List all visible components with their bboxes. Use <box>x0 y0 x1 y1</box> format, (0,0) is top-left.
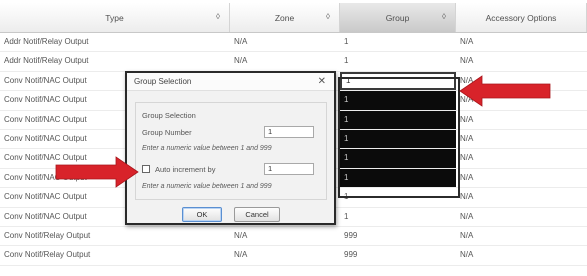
group-number-hint: Enter a numeric value between 1 and 999 <box>142 145 272 152</box>
dialog-title-bar: Group Selection <box>127 73 334 91</box>
column-label-zone: Zone <box>274 12 295 23</box>
group-number-field[interactable]: 1 <box>264 126 314 138</box>
column-header-type[interactable]: Type ◊ <box>0 3 230 32</box>
accessory-options-cell[interactable]: N/A <box>456 149 587 167</box>
accessory-options-cell[interactable]: N/A <box>456 130 587 148</box>
cancel-button[interactable]: Cancel <box>234 207 280 222</box>
accessory-options-cell[interactable]: N/A <box>456 188 587 206</box>
group-cell[interactable]: 1 <box>340 52 456 70</box>
table-row[interactable]: Addr Notif/Relay Output N/A 1 N/A <box>0 52 587 72</box>
auto-increment-hint: Enter a numeric value between 1 and 999 <box>142 183 272 190</box>
fieldset-title: Group Selection <box>142 111 196 120</box>
type-cell[interactable]: Conv Notif/Relay Output <box>0 246 230 264</box>
group-selection-fieldset: Group Selection Group Number 1 Enter a n… <box>135 102 327 200</box>
type-cell[interactable]: Conv Notif/Relay Output <box>0 227 230 245</box>
type-cell[interactable]: Addr Notif/Relay Output <box>0 33 230 51</box>
zone-cell[interactable]: N/A <box>230 52 340 70</box>
group-cell[interactable]: 1 <box>340 188 456 206</box>
group-selection-dialog: Group Selection ✕ Group Selection Group … <box>125 71 336 225</box>
red-arrow-icon <box>55 156 139 188</box>
column-header-accessory-options[interactable]: Accessory Options <box>456 3 587 32</box>
sort-icon[interactable]: ◊ <box>326 12 330 21</box>
auto-increment-label: Auto increment by <box>155 165 216 174</box>
sort-icon[interactable]: ◊ <box>216 12 220 21</box>
group-cell[interactable]: 1 <box>340 33 456 51</box>
column-label-accessory-options: Accessory Options <box>485 12 557 23</box>
accessory-options-cell[interactable]: N/A <box>456 33 587 51</box>
accessory-options-cell[interactable]: N/A <box>456 52 587 70</box>
red-arrow-icon <box>459 75 551 107</box>
accessory-options-cell[interactable]: N/A <box>456 111 587 129</box>
group-cell[interactable]: 1 <box>340 110 456 129</box>
group-cell[interactable]: 999 <box>340 246 456 264</box>
group-cell[interactable]: 1 <box>340 129 456 149</box>
ok-button[interactable]: OK <box>182 207 222 222</box>
sort-icon[interactable]: ◊ <box>442 12 446 21</box>
column-label-group: Group <box>385 12 410 23</box>
dialog-title: Group Selection <box>134 77 192 86</box>
group-cell[interactable]: 1 <box>340 168 456 188</box>
table-row[interactable]: Conv Notif/Relay Output N/A 999 N/A <box>0 227 587 247</box>
column-header-group[interactable]: Group ◊ <box>340 3 456 32</box>
accessory-options-cell[interactable]: N/A <box>456 246 587 264</box>
accessory-options-cell[interactable]: N/A <box>456 208 587 226</box>
zone-cell[interactable]: N/A <box>230 246 340 264</box>
zone-cell[interactable]: N/A <box>230 33 340 51</box>
auto-increment-field[interactable]: 1 <box>264 163 314 175</box>
table-row[interactable]: Conv Notif/Relay Output N/A 999 N/A <box>0 246 587 266</box>
group-cell[interactable]: 1 <box>340 91 456 110</box>
group-cell[interactable]: 999 <box>340 227 456 245</box>
accessory-options-cell[interactable]: N/A <box>456 227 587 245</box>
group-cell[interactable]: 1 <box>340 149 456 168</box>
close-icon[interactable]: ✕ <box>318 76 326 87</box>
column-label-type: Type <box>105 12 124 23</box>
type-cell[interactable]: Addr Notif/Relay Output <box>0 52 230 70</box>
zone-cell[interactable]: N/A <box>230 227 340 245</box>
auto-increment-checkbox[interactable] <box>142 165 150 173</box>
table-row[interactable]: Addr Notif/Relay Output N/A 1 N/A <box>0 33 587 53</box>
accessory-options-cell[interactable]: N/A <box>456 169 587 187</box>
group-cell[interactable]: 1 <box>340 71 456 91</box>
grid-header: Type ◊ Zone ◊ Group ◊ Accessory Options <box>0 3 587 33</box>
column-header-zone[interactable]: Zone ◊ <box>230 3 340 32</box>
group-number-label: Group Number <box>142 128 192 137</box>
group-cell[interactable]: 1 <box>340 208 456 226</box>
